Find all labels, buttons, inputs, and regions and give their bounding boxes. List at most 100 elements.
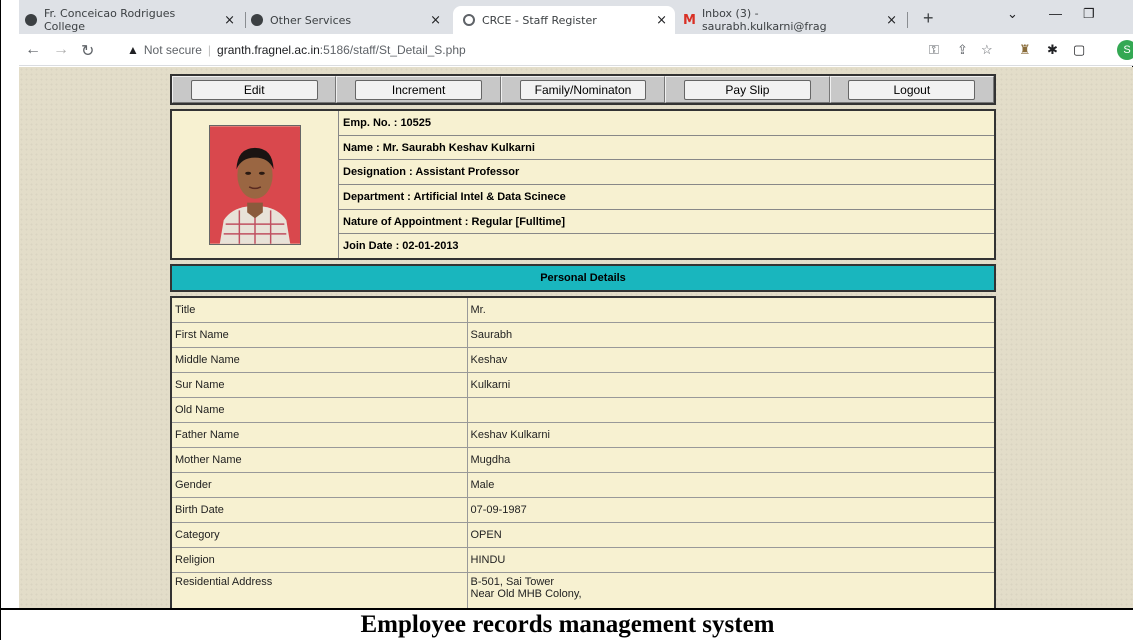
back-arrow-icon[interactable]: ←: [25, 41, 41, 59]
forward-arrow-icon[interactable]: →: [53, 41, 69, 59]
field-value: Saurabh: [466, 321, 996, 348]
field-value: Kulkarni: [466, 371, 996, 398]
employee-summary: Emp. No. : 10525 Name : Mr. Saurabh Kesh…: [170, 109, 996, 260]
address-label: Residential Address: [170, 571, 468, 608]
edit-button[interactable]: Edit: [190, 79, 318, 100]
table-row: Religion HINDU: [170, 546, 996, 573]
action-cell: Edit: [172, 76, 337, 103]
warning-triangle-icon: ▲: [127, 43, 139, 57]
emp-join-date: Join Date : 02-01-2013: [343, 240, 459, 253]
field-label: Sur Name: [170, 371, 468, 398]
action-cell: Increment: [336, 76, 501, 103]
field-label: Birth Date: [170, 496, 468, 523]
field-label: Religion: [170, 546, 468, 573]
table-row: Mother Name Mugdha: [170, 446, 996, 473]
tab-inbox[interactable]: M Inbox (3) - saurabh.kulkarni@frag ×: [683, 6, 905, 34]
tab-other-services[interactable]: Other Services ×: [251, 6, 449, 34]
personal-details-body: Title Mr. First Name Saurabh Middle Name Kesh…: [170, 296, 996, 608]
action-menu: Edit Increment Family/Nominaton Pay Slip…: [170, 74, 996, 105]
table-row: Father Name Keshav Kulkarni: [170, 421, 996, 448]
table-row-address: Residential Address B-501, Sai Tower Nea…: [170, 571, 996, 608]
tab-staff-register[interactable]: CRCE - Staff Register ×: [453, 6, 675, 34]
family-nomination-button[interactable]: Family/Nominaton: [519, 79, 647, 100]
url-path: :5186/staff/St_Detail_S.php: [319, 43, 466, 57]
tab-title: Inbox (3) - saurabh.kulkarni@frag: [701, 7, 827, 33]
security-label: Not secure: [143, 43, 202, 57]
tab-title: Other Services: [270, 13, 352, 27]
address-value: B-501, Sai Tower Near Old MHB Colony,: [466, 571, 996, 608]
browser-tab-strip: Fr. Conceicao Rodrigues College × Other …: [19, 0, 1133, 34]
action-cell: Logout: [829, 76, 995, 103]
staff-detail-content: Edit Increment Family/Nominaton Pay Slip…: [170, 74, 996, 608]
pay-slip-button[interactable]: Pay Slip: [684, 79, 811, 100]
new-tab-button[interactable]: +: [923, 8, 934, 29]
field-label: Category: [170, 521, 468, 548]
tab-title: Fr. Conceicao Rodrigues College: [44, 7, 176, 33]
field-label: Middle Name: [170, 346, 468, 373]
extension-icon[interactable]: ♜: [1019, 42, 1031, 58]
bookmark-star-icon[interactable]: ☆: [981, 42, 993, 58]
share-icon[interactable]: ⇪: [957, 42, 968, 58]
close-icon[interactable]: ×: [648, 13, 675, 28]
figure-caption: Employee records management system: [1, 608, 1133, 640]
logout-button[interactable]: Logout: [848, 79, 976, 100]
emp-department: Department : Artificial Intel & Data Sci…: [339, 185, 994, 210]
tab-title: CRCE - Staff Register: [482, 13, 597, 27]
field-label: Title: [170, 296, 468, 323]
profile-avatar[interactable]: S: [1117, 40, 1133, 60]
field-value: [466, 396, 996, 423]
table-row: Old Name: [170, 396, 996, 423]
address-line: Near Old MHB Colony,: [470, 587, 582, 600]
field-label: First Name: [170, 321, 468, 348]
puzzle-icon[interactable]: ✱: [1047, 42, 1058, 58]
emp-no: Emp. No. : 10525: [339, 111, 994, 136]
table-row: Middle Name Keshav: [170, 346, 996, 373]
close-icon[interactable]: ×: [878, 13, 905, 28]
tab-college[interactable]: Fr. Conceicao Rodrigues College ×: [25, 6, 243, 34]
tab-search-chevron-icon[interactable]: ⌄: [1007, 6, 1018, 22]
college-favicon-icon: [25, 14, 37, 26]
address-bar[interactable]: ▲ Not secure | granth.fragnel.ac.in :518…: [127, 38, 967, 62]
address-line: B-501, Sai Tower: [470, 575, 555, 588]
url-host: granth.fragnel.ac.in: [217, 43, 320, 57]
field-value: Keshav: [466, 346, 996, 373]
tab-divider: [907, 12, 908, 28]
action-cell: Family/Nominaton: [500, 76, 666, 103]
side-panel-icon[interactable]: ▢: [1073, 42, 1085, 58]
photo-cell: [172, 111, 339, 258]
browser-toolbar: ← → ↻ ▲ Not secure | granth.fragnel.ac.i…: [19, 34, 1133, 66]
key-icon[interactable]: ⚿: [929, 42, 939, 58]
field-value: Mugdha: [466, 446, 996, 473]
page-viewport: Edit Increment Family/Nominaton Pay Slip…: [19, 67, 1133, 608]
field-value: HINDU: [466, 546, 996, 573]
personal-details-header: Personal Details: [170, 264, 996, 292]
staff-favicon-icon: [463, 14, 475, 26]
field-label: Old Name: [170, 396, 468, 423]
table-row: First Name Saurabh: [170, 321, 996, 348]
table-row: Category OPEN: [170, 521, 996, 548]
tab-divider: [245, 12, 246, 28]
table-row: Sur Name Kulkarni: [170, 371, 996, 398]
close-icon[interactable]: ×: [216, 13, 243, 28]
screenshot-frame: Fr. Conceicao Rodrigues College × Other …: [0, 0, 1133, 640]
employee-photo: [209, 124, 301, 245]
field-label: Gender: [170, 471, 468, 498]
emp-designation: Designation : Assistant Professor: [339, 160, 994, 186]
employee-info: Emp. No. : 10525 Name : Mr. Saurabh Kesh…: [339, 111, 994, 258]
action-cell: Pay Slip: [665, 76, 830, 103]
increment-button[interactable]: Increment: [355, 79, 482, 100]
table-row: Title Mr.: [170, 296, 996, 323]
field-value: Male: [466, 471, 996, 498]
close-icon[interactable]: ×: [422, 13, 449, 28]
field-value: OPEN: [466, 521, 996, 548]
minimize-icon[interactable]: —: [1049, 6, 1062, 21]
field-value: 07-09-1987: [466, 496, 996, 523]
emp-appointment: Nature of Appointment : Regular [Fulltim…: [339, 210, 994, 235]
services-favicon-icon: [251, 14, 263, 26]
field-label: Mother Name: [170, 446, 468, 473]
reload-icon[interactable]: ↻: [81, 41, 94, 61]
field-value: Mr.: [466, 296, 996, 323]
field-label: Father Name: [170, 421, 468, 448]
table-row: Gender Male: [170, 471, 996, 498]
restore-icon[interactable]: ❐: [1083, 6, 1095, 22]
